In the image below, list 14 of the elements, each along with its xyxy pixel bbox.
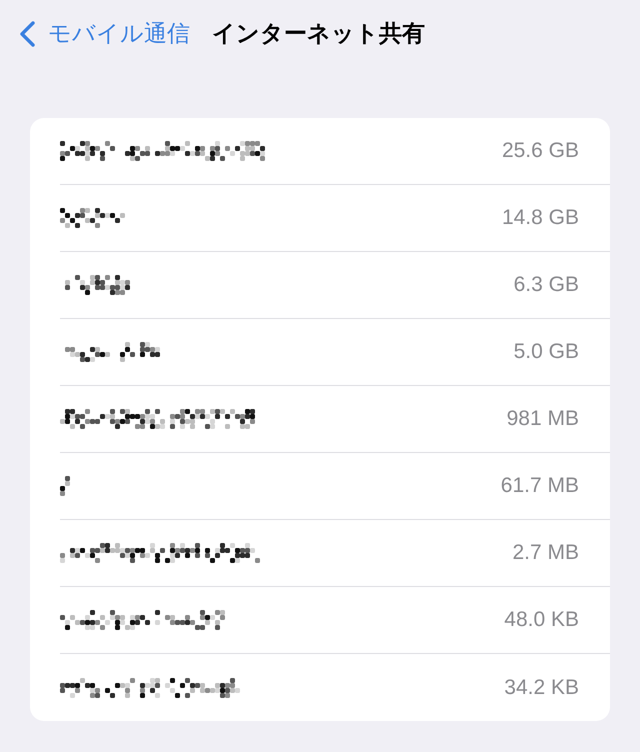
pixelated-name-drawing <box>60 208 125 228</box>
data-usage-value: 6.3 GB <box>514 273 579 297</box>
pixelated-name-drawing <box>60 476 70 496</box>
data-usage-value: 61.7 MB <box>500 474 579 498</box>
data-usage-value: 34.2 KB <box>504 676 579 700</box>
data-usage-value: 5.0 GB <box>514 340 579 364</box>
data-usage-value: 25.6 GB <box>502 139 579 163</box>
data-usage-value: 981 MB <box>506 407 579 431</box>
data-usage-value: 14.8 GB <box>502 206 579 230</box>
data-usage-value: 48.0 KB <box>504 608 579 632</box>
back-button[interactable]: モバイル通信 <box>18 19 190 49</box>
data-usage-value: 2.7 MB <box>512 541 579 565</box>
page-title: インターネット共有 <box>212 20 425 49</box>
chevron-left-icon <box>18 21 36 47</box>
